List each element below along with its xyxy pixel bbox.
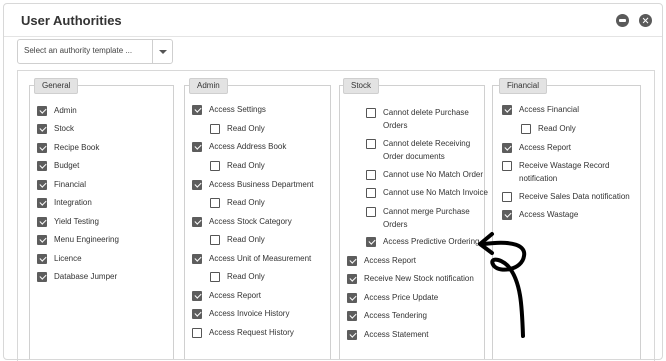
checkbox-label: Financial — [54, 180, 87, 189]
checkbox-label: Access Wastage — [519, 210, 579, 219]
checkbox-label: Read Only — [227, 198, 265, 207]
checkbox[interactable] — [37, 235, 47, 245]
checkbox-label: Access Tendering — [364, 311, 427, 320]
checkbox[interactable] — [502, 143, 512, 153]
checkbox[interactable] — [347, 293, 357, 303]
checkbox-label: Access Invoice History — [209, 309, 290, 318]
checkbox[interactable] — [210, 198, 220, 208]
authority-template-select-value: Select an authority template ... — [24, 46, 133, 55]
checkbox-label: Admin — [54, 106, 77, 115]
checkbox[interactable] — [347, 256, 357, 266]
checkbox[interactable] — [210, 161, 220, 171]
checkbox-label: Cannot use No Match Order — [383, 170, 484, 179]
checkbox-label: Access Financial — [519, 105, 580, 114]
checkbox[interactable] — [521, 124, 531, 134]
minimize-icon[interactable] — [616, 14, 629, 27]
checkbox-label: Access Address Book — [209, 142, 287, 151]
checkbox-label: Access Price Update — [364, 293, 439, 302]
checkbox[interactable] — [210, 235, 220, 245]
checkbox-label: Budget — [54, 161, 80, 170]
panel-admin-title: Admin — [189, 78, 228, 94]
checkbox[interactable] — [347, 274, 357, 284]
checkbox[interactable] — [502, 161, 512, 171]
checkbox-label: Access Predictive Ordering — [383, 237, 480, 246]
checkbox-label: Read Only — [227, 235, 265, 244]
checkbox[interactable] — [366, 188, 376, 198]
checkbox[interactable] — [366, 237, 376, 247]
checkbox-label: Read Only — [227, 161, 265, 170]
checkbox-label: Licence — [54, 254, 82, 263]
checkbox[interactable] — [366, 170, 376, 180]
checkbox-label: Cannot use No Match Invoice — [383, 188, 488, 197]
checkbox-label: Read Only — [227, 124, 265, 133]
checkbox-label: Access Statement — [364, 330, 429, 339]
checkbox[interactable] — [502, 192, 512, 202]
checkbox-label: Stock — [54, 124, 75, 133]
checkbox-label: Recipe Book — [54, 143, 100, 152]
checkbox[interactable] — [210, 272, 220, 282]
checkbox-label: Database Jumper — [54, 272, 118, 281]
checkbox-label: Access Unit of Measurement — [209, 254, 312, 263]
authority-template-select[interactable]: Select an authority template ... — [17, 39, 173, 64]
checkbox[interactable] — [192, 309, 202, 319]
checkbox[interactable] — [37, 198, 47, 208]
checkbox[interactable] — [502, 105, 512, 115]
checkbox[interactable] — [37, 124, 47, 134]
checkbox[interactable] — [37, 161, 47, 171]
checkbox-label: Yield Testing — [54, 217, 99, 226]
checkbox[interactable] — [37, 180, 47, 190]
checkbox-label: Access Request History — [209, 328, 294, 337]
panel-general-title: General — [34, 78, 79, 94]
checkbox[interactable] — [502, 210, 512, 220]
checkbox-label: Cannot delete Receiving Order documents — [383, 139, 471, 161]
checkbox[interactable] — [347, 330, 357, 340]
checkbox-label: Read Only — [227, 272, 265, 281]
panel-stock-title: Stock — [343, 78, 380, 94]
panel-financial-title: Financial — [499, 78, 548, 94]
checkbox[interactable] — [347, 311, 357, 321]
title-divider — [4, 36, 662, 37]
checkbox[interactable] — [192, 217, 202, 227]
checkbox[interactable] — [366, 207, 376, 217]
checkbox[interactable] — [37, 272, 47, 282]
checkbox[interactable] — [37, 254, 47, 264]
checkbox-label: Access Business Department — [209, 180, 314, 189]
checkbox[interactable] — [37, 106, 47, 116]
panel-general: General — [29, 78, 174, 359]
dialog-title: User Authorities — [21, 13, 122, 28]
checkbox[interactable] — [37, 217, 47, 227]
checkbox[interactable] — [192, 254, 202, 264]
checkbox[interactable] — [192, 291, 202, 301]
checkbox[interactable] — [192, 105, 202, 115]
checkbox-label: Access Report — [209, 291, 262, 300]
annotation-arrow — [478, 232, 527, 338]
checkbox-label: Receive New Stock notification — [364, 274, 474, 283]
checkbox-label: Access Settings — [209, 105, 266, 114]
checkbox-label: Receive Wastage Record notification — [519, 161, 610, 183]
checkbox-label: Cannot delete Purchase Orders — [383, 108, 469, 130]
checkbox[interactable] — [366, 108, 376, 118]
checkbox-label: Access Report — [364, 256, 417, 265]
checkbox-label: Receive Sales Data notification — [519, 192, 630, 201]
chevron-down-icon[interactable] — [152, 40, 172, 63]
checkbox-label: Read Only — [538, 124, 576, 133]
checkbox-label: Menu Engineering — [54, 235, 119, 244]
checkbox-label: Access Stock Category — [209, 217, 292, 226]
checkbox[interactable] — [192, 180, 202, 190]
checkbox[interactable] — [192, 142, 202, 152]
checkbox[interactable] — [192, 328, 202, 338]
dialog-title-bar: User Authorities — [4, 4, 662, 36]
checkbox[interactable] — [37, 143, 47, 153]
close-icon[interactable] — [639, 14, 652, 27]
checkbox-label: Cannot merge Purchase Orders — [383, 207, 470, 229]
checkbox-label: Access Report — [519, 143, 572, 152]
checkbox[interactable] — [210, 124, 220, 134]
checkbox[interactable] — [366, 139, 376, 149]
checkbox-label: Integration — [54, 198, 92, 207]
